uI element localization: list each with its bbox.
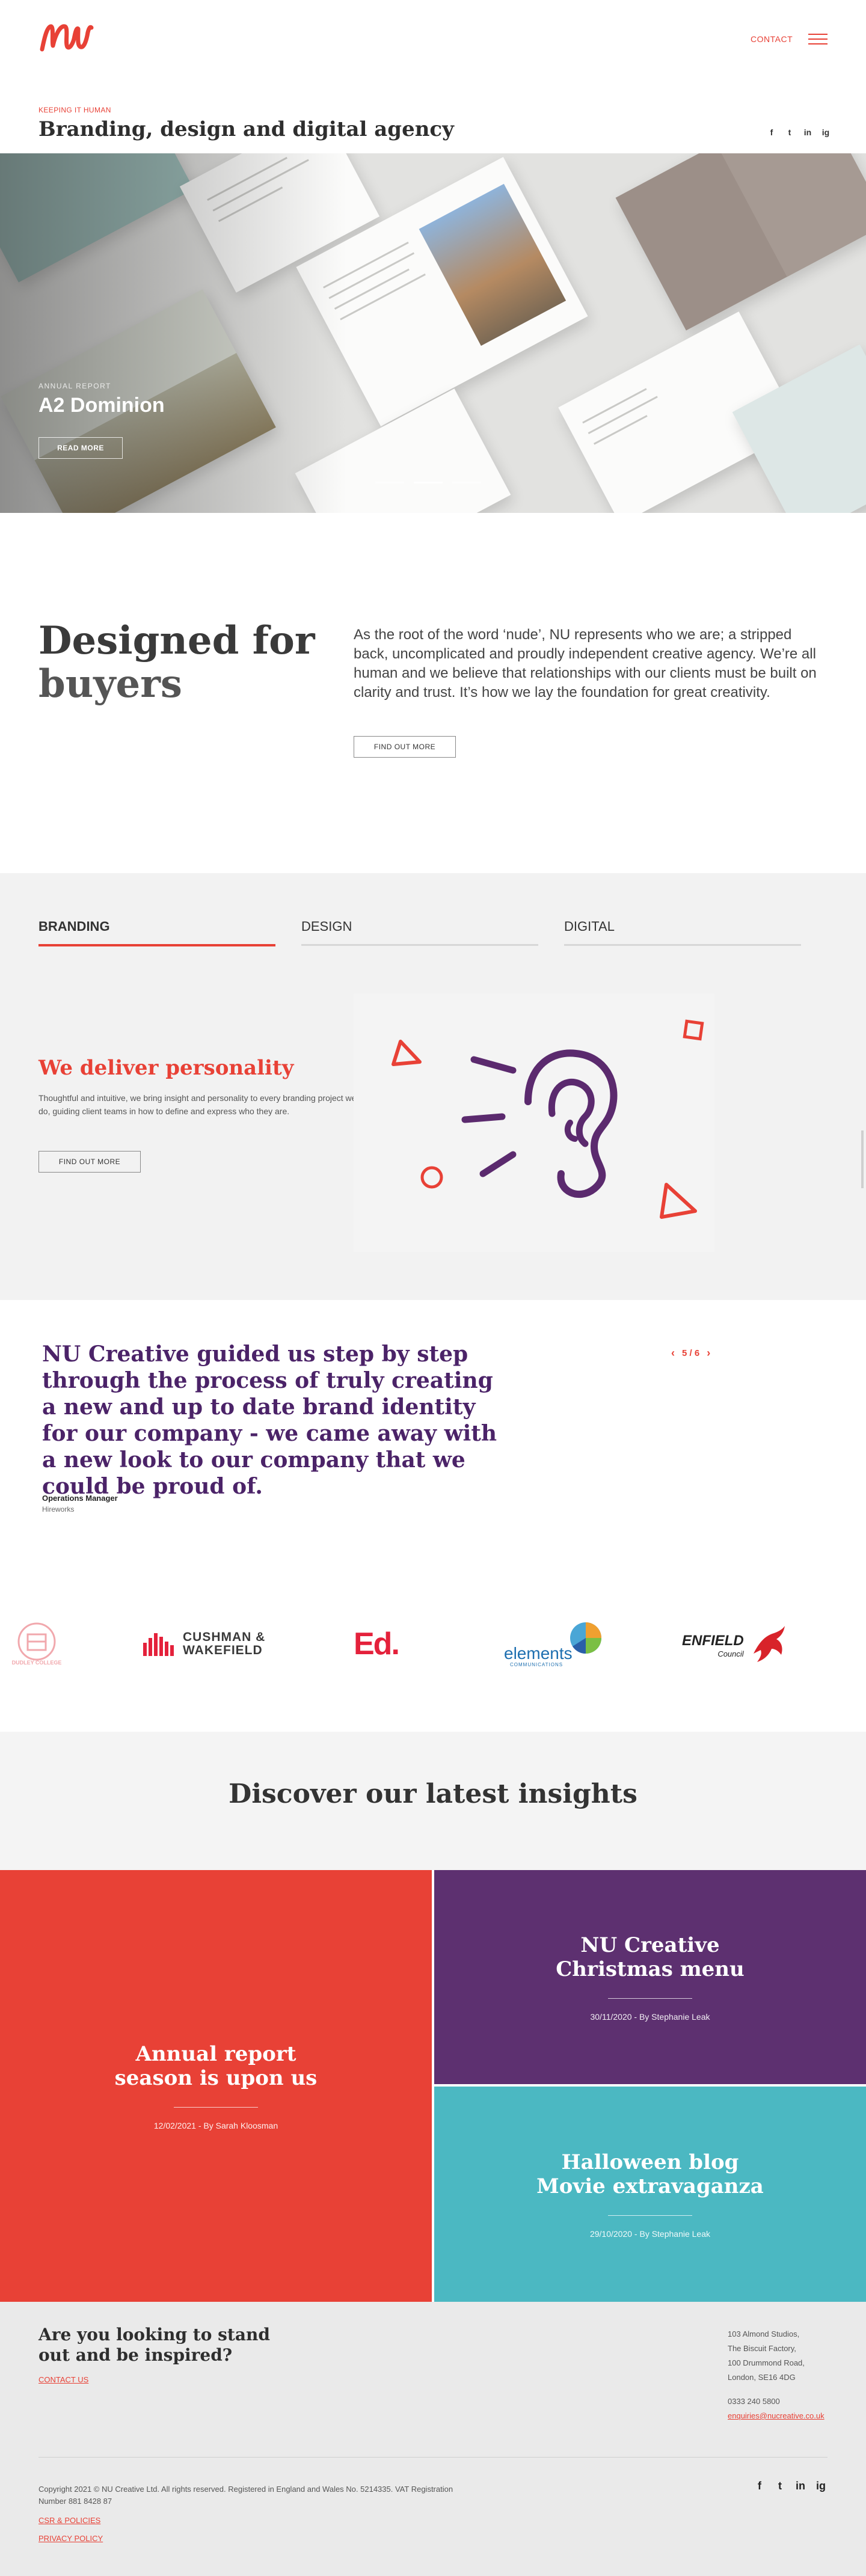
hero-kicker: ANNUAL REPORT: [38, 382, 111, 390]
instagram-icon[interactable]: ig: [821, 127, 830, 137]
social-links-header: f t in ig: [767, 127, 830, 137]
copyright-text: Copyright 2021 © NU Creative Ltd. All ri…: [38, 2485, 453, 2506]
linkedin-icon[interactable]: in: [803, 127, 812, 137]
address-line: London, SE16 4DG: [728, 2373, 796, 2382]
scrollbar-tab[interactable]: [861, 1130, 864, 1188]
slider-dot-active[interactable]: [414, 482, 443, 483]
twitter-icon[interactable]: t: [785, 127, 794, 137]
insight-card-meta: 29/10/2020 - By Stephanie Leak: [589, 2228, 711, 2239]
insight-card[interactable]: NU Creative Christmas menu 30/11/2020 - …: [434, 1870, 866, 2084]
nu-logo[interactable]: [38, 19, 96, 54]
tab-indicator: [564, 944, 801, 946]
social-links-footer: f t in ig: [754, 2480, 826, 2492]
contact-us-link[interactable]: CONTACT US: [38, 2375, 88, 2384]
page-title: Branding, design and digital agency: [38, 117, 454, 141]
client-name: elements: [504, 1644, 573, 1663]
read-more-button[interactable]: READ MORE: [38, 437, 123, 459]
intro-heading: Designed for buyers: [38, 619, 315, 706]
testimonial-quote: NU Creative guided us step by step throu…: [42, 1342, 497, 1499]
testimonial-name: Operations Manager: [42, 1494, 118, 1503]
insight-card-title: NU Creative Christmas menu: [556, 1933, 745, 1981]
tab-design[interactable]: DESIGN: [301, 919, 352, 934]
footer-divider: [38, 2457, 828, 2458]
testimonial-pager: ‹ 5 / 6 ›: [671, 1347, 710, 1360]
footer-phone[interactable]: 0333 240 5800: [728, 2394, 825, 2409]
footer-email[interactable]: enquiries@nucreative.co.uk: [728, 2409, 825, 2423]
linkedin-icon[interactable]: in: [795, 2480, 806, 2492]
client-subname: COMMUNICATIONS: [510, 1662, 564, 1667]
slider-dot[interactable]: [375, 482, 404, 483]
building-bars-icon: [143, 1633, 174, 1656]
insight-card-title: Halloween blog Movie extravaganza: [536, 2150, 764, 2198]
dragon-crest-icon: [753, 1626, 785, 1662]
slider-dots: [375, 482, 481, 483]
footer-heading: Are you looking to stand out and be insp…: [38, 2325, 270, 2365]
chevron-left-icon[interactable]: ‹: [671, 1347, 675, 1360]
insights-title: Discover our latest insights: [229, 1779, 637, 1809]
insight-card[interactable]: Halloween blog Movie extravaganza 29/10/…: [434, 2087, 866, 2302]
ear-icon: [354, 993, 714, 1252]
chevron-right-icon[interactable]: ›: [707, 1347, 710, 1360]
insight-card-title: Annual report season is upon us: [114, 2041, 318, 2090]
instagram-icon[interactable]: ig: [815, 2480, 826, 2492]
tab-digital[interactable]: DIGITAL: [564, 919, 615, 934]
intro-heading-line2: buyers: [38, 661, 182, 707]
find-out-more-button[interactable]: FIND OUT MORE: [354, 736, 456, 758]
client-name-line2: Council: [717, 1649, 744, 1658]
client-logo-cushman: CUSHMAN & WAKEFIELD: [142, 1631, 265, 1657]
footer-address: 103 Almond Studios, The Biscuit Factory,…: [728, 2327, 825, 2423]
client-logo-ed: Ed.: [354, 1626, 400, 1662]
service-title: We deliver personality: [38, 1056, 294, 1080]
hero-title: A2 Dominion: [38, 394, 165, 417]
address-line: The Biscuit Factory,: [728, 2344, 796, 2353]
testimonial-counter: 5 / 6: [682, 1348, 700, 1358]
facebook-icon[interactable]: f: [767, 127, 776, 137]
slider-dot[interactable]: [452, 482, 481, 483]
client-logo-enfield: ENFIELD Council: [682, 1624, 791, 1667]
client-name-line1: ENFIELD: [682, 1632, 744, 1649]
address-line: 103 Almond Studios,: [728, 2329, 800, 2338]
client-name-line1: CUSHMAN &: [183, 1630, 266, 1644]
globe-icon: [570, 1622, 601, 1654]
hero-slider: ANNUAL REPORT A2 Dominion READ MORE: [0, 153, 866, 513]
client-name: Ed.: [354, 1627, 400, 1661]
tagline: KEEPING IT HUMAN: [38, 106, 111, 114]
tab-indicator-active: [38, 944, 275, 946]
contact-link[interactable]: CONTACT: [751, 34, 793, 44]
address-line: 100 Drummond Road,: [728, 2358, 805, 2367]
service-find-out-more-button[interactable]: FIND OUT MORE: [38, 1151, 141, 1173]
site-header: CONTACT KEEPING IT HUMAN Branding, desig…: [0, 0, 866, 153]
tab-branding[interactable]: BRANDING: [38, 919, 110, 934]
client-logo-elements: elements COMMUNICATIONS: [504, 1620, 612, 1668]
client-name-line2: WAKEFIELD: [183, 1643, 263, 1657]
menu-icon[interactable]: [808, 34, 828, 44]
facebook-icon[interactable]: f: [754, 2480, 765, 2492]
twitter-icon[interactable]: t: [775, 2480, 785, 2492]
privacy-policy-link[interactable]: PRIVACY POLICY: [38, 2534, 103, 2543]
client-logo-dudley: DUDLEY COLLEGE: [4, 1619, 70, 1673]
intro-text: As the root of the word ‘nude’, NU repre…: [354, 627, 817, 701]
insight-card-meta: 12/02/2021 - By Sarah Kloosman: [153, 2120, 278, 2130]
client-name: DUDLEY COLLEGE: [11, 1660, 62, 1666]
insight-card[interactable]: Annual report season is upon us 12/02/20…: [0, 1870, 432, 2302]
insight-card-meta: 30/11/2020 - By Stephanie Leak: [590, 2011, 710, 2022]
csr-policies-link[interactable]: CSR & POLICIES: [38, 2516, 100, 2525]
testimonial-org: Hireworks: [42, 1505, 75, 1513]
service-text: Thoughtful and intuitive, we bring insig…: [38, 1093, 357, 1116]
intro-heading-line1: Designed for: [38, 618, 315, 663]
tab-indicator: [301, 944, 538, 946]
